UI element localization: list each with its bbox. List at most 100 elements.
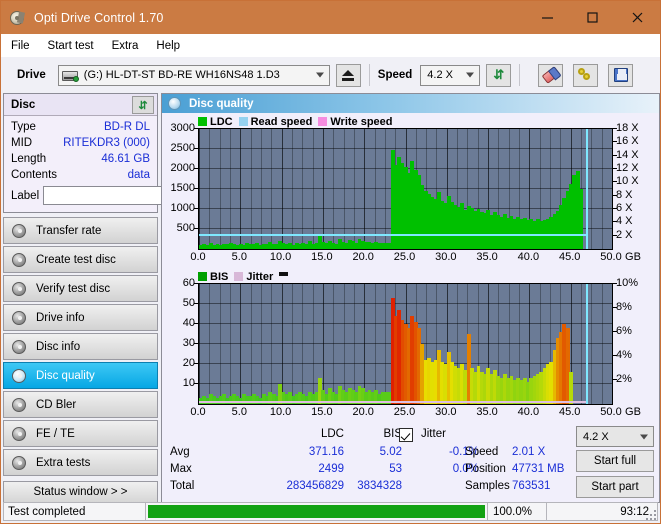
start-part-button[interactable]: Start part: [576, 476, 654, 498]
stats-samples-label: Samples: [465, 480, 510, 492]
disc-panel-title: Disc: [11, 98, 36, 111]
legend-swatch-bis: [198, 272, 207, 281]
speed-select[interactable]: 4.2 X: [420, 64, 481, 86]
stats-total-bis: 3834328: [357, 480, 402, 492]
eraser-icon: [541, 66, 561, 84]
status-message: Test completed: [3, 502, 146, 521]
sidebar-item-disc-info[interactable]: Disc info: [3, 333, 158, 360]
sidebar-item-verify-test-disc[interactable]: Verify test disc: [3, 275, 158, 302]
gridline-vertical: [333, 129, 335, 249]
disc-row-length-key: Length: [11, 153, 47, 165]
sidebar-item-transfer-rate[interactable]: Transfer rate: [3, 217, 158, 244]
disc-icon: [12, 426, 26, 441]
toolbar-divider: [368, 64, 370, 86]
sidebar-item-label: CD Bler: [36, 398, 77, 411]
menu-extra[interactable]: Extra: [112, 40, 139, 52]
y2-tick-mark: [613, 221, 617, 223]
gridline-vertical: [219, 129, 221, 249]
sidebar-nav: Transfer rate Create test disc Verify te…: [3, 217, 158, 476]
sidebar-item-label: FE / TE: [36, 427, 75, 440]
sidebar-item-label: Transfer rate: [36, 224, 102, 237]
legend-swatch-jitter: [234, 272, 244, 281]
disc-row-length: Length 46.61 GB: [11, 151, 150, 167]
jitter-checkbox[interactable]: [399, 428, 413, 442]
bis-x-axis: 0.0 5.0 10.0 15.0 20.0 25.0 30.0 35.0 40.0 45.0 50…: [162, 405, 659, 423]
keys-button[interactable]: [573, 63, 599, 87]
y2-tick-mark: [613, 128, 617, 129]
x-tick-label: 50.0: [600, 251, 622, 263]
y2-tick-mark: [613, 283, 617, 284]
sidebar-item-extra-tests[interactable]: Extra tests: [3, 449, 158, 476]
gridline-vertical: [250, 284, 252, 404]
x-axis-label: GB: [625, 251, 641, 263]
stats-col-bis: BIS: [383, 428, 402, 440]
resize-grip-icon[interactable]: [644, 508, 656, 520]
chevron-down-icon: [466, 72, 475, 78]
ldc-y-axis: 500 1000 1500 2000 2500 3000: [162, 122, 198, 250]
start-full-button[interactable]: Start full: [576, 450, 654, 472]
stats-speed-value: 2.01 X: [512, 446, 546, 458]
bis-plot-area: [198, 283, 613, 405]
menu-help[interactable]: Help: [156, 40, 180, 52]
ldc-plot-area: [198, 128, 613, 250]
gridline-horizontal: [199, 283, 612, 284]
save-button[interactable]: [608, 63, 634, 87]
close-button[interactable]: [615, 1, 660, 34]
sidebar-item-label: Extra tests: [36, 456, 91, 469]
legend-bis: BIS: [198, 271, 228, 283]
keys-icon: [577, 68, 594, 82]
x-tick-label: 40.0: [517, 406, 540, 418]
status-window-label: Status window > >: [33, 486, 128, 498]
floppy-save-icon: [613, 68, 628, 82]
gridline-vertical: [240, 129, 242, 249]
menu-file[interactable]: File: [11, 40, 30, 52]
legend-swatch-read-speed: [238, 117, 248, 126]
sidebar-item-fe-te[interactable]: FE / TE: [3, 420, 158, 447]
sidebar-item-drive-info[interactable]: Drive info: [3, 304, 158, 331]
gridline-vertical: [312, 129, 314, 249]
sidebar-item-cd-bler[interactable]: CD Bler: [3, 391, 158, 418]
speed-label: Speed: [377, 69, 413, 81]
sidebar-item-label: Create test disc: [36, 253, 116, 266]
disc-label-key: Label: [11, 189, 40, 202]
drive-toolbar: Drive (G:) HL-DT-ST BD-RE WH16NS48 1.D3 …: [1, 57, 660, 93]
refresh-button[interactable]: ⇵: [486, 63, 512, 87]
gridline-vertical: [343, 129, 345, 249]
x-tick-label: 0.0: [190, 406, 206, 418]
maximize-button[interactable]: [570, 1, 615, 34]
disc-icon: [12, 281, 26, 296]
stats-max-ldc: 2499: [318, 463, 344, 475]
test-speed-select[interactable]: 4.2 X: [576, 426, 654, 447]
sidebar-item-label: Verify test disc: [36, 282, 111, 295]
erase-button[interactable]: [538, 63, 564, 87]
y2-tick-mark: [613, 194, 617, 196]
disc-row-contents-key: Contents: [11, 169, 58, 181]
chevron-down-icon: [315, 72, 324, 78]
eject-button[interactable]: [335, 63, 361, 87]
x-tick-label: 20.0: [352, 251, 374, 263]
stats-avg-ldc: 371.16: [308, 446, 344, 458]
gridline-vertical: [364, 284, 366, 404]
y2-tick-mark: [613, 355, 617, 356]
sidebar-item-create-test-disc[interactable]: Create test disc: [3, 246, 158, 273]
stats-col-ldc: LDC: [320, 428, 344, 440]
drive-select[interactable]: (G:) HL-DT-ST BD-RE WH16NS48 1.D3: [57, 64, 330, 86]
x-tick-label: 0.0: [190, 251, 206, 263]
disc-row-length-value: 46.61 GB: [101, 153, 150, 165]
x-tick-label: 25.0: [393, 251, 416, 263]
disc-icon: [12, 368, 26, 383]
test-end-marker: [586, 129, 589, 249]
chart-bar: [569, 372, 573, 404]
y-tick-label: 20: [182, 357, 195, 369]
sidebar-item-disc-quality[interactable]: Disc quality: [3, 362, 158, 389]
status-window-button[interactable]: Status window > >: [3, 481, 158, 503]
gridline-vertical: [240, 284, 242, 404]
ldc-legend: LDC Read speed Write speed: [162, 113, 659, 128]
x-tick-label: 5.0: [231, 251, 247, 263]
x-tick-label: 45.0: [558, 251, 581, 263]
disc-refresh-button[interactable]: ⇵: [132, 96, 154, 114]
minimize-button[interactable]: [525, 1, 570, 34]
menu-start-test[interactable]: Start test: [48, 40, 94, 52]
drive-icon: [61, 68, 79, 83]
stats-panel: LDC BIS Avg Max Total 371.16 2499 283456…: [162, 426, 659, 502]
